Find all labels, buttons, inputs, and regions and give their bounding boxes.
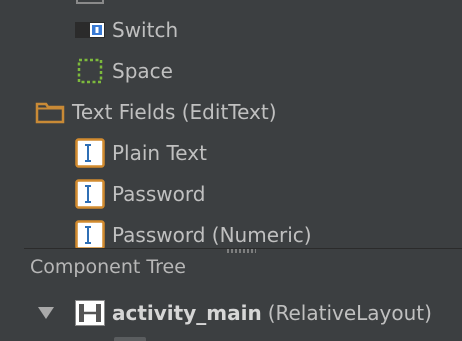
component-tree-title: Component Tree [30, 256, 186, 278]
palette-item-partial[interactable] [74, 0, 112, 10]
divider [24, 248, 462, 249]
child-node-icon-partial [114, 337, 146, 341]
splitter-grip-icon[interactable] [226, 249, 256, 253]
folder-icon [34, 98, 66, 126]
palette-item-label: Password [112, 182, 206, 206]
palette-category-label: Text Fields (EditText) [72, 100, 277, 124]
edittext-icon [74, 138, 106, 168]
tree-node-activity-main[interactable]: activity_main (RelativeLayout) [0, 294, 432, 332]
palette-item-space[interactable]: Space [74, 55, 173, 87]
palette-item-label: Space [112, 59, 173, 83]
palette-item-plain-text[interactable]: Plain Text [74, 137, 207, 169]
tree-node-type: (RelativeLayout) [267, 301, 432, 325]
switch-icon [74, 16, 106, 44]
relative-layout-icon [74, 299, 106, 327]
palette-item-switch[interactable]: Switch [74, 14, 178, 46]
palette-category-text-fields[interactable]: Text Fields (EditText) [34, 96, 277, 128]
expand-arrow-icon[interactable] [36, 306, 56, 320]
palette-list: Switch Space Text Fields (EditText) Plai… [0, 0, 462, 248]
tree-node-name: activity_main [112, 301, 262, 325]
widget-icon [74, 0, 106, 8]
edittext-icon [74, 179, 106, 209]
palette-item-password[interactable]: Password [74, 178, 205, 210]
palette-item-label: Plain Text [112, 141, 207, 165]
space-icon [74, 57, 106, 85]
palette-item-label: Switch [112, 18, 179, 42]
android-studio-palette-panel: Switch Space Text Fields (EditText) Plai… [0, 0, 462, 341]
